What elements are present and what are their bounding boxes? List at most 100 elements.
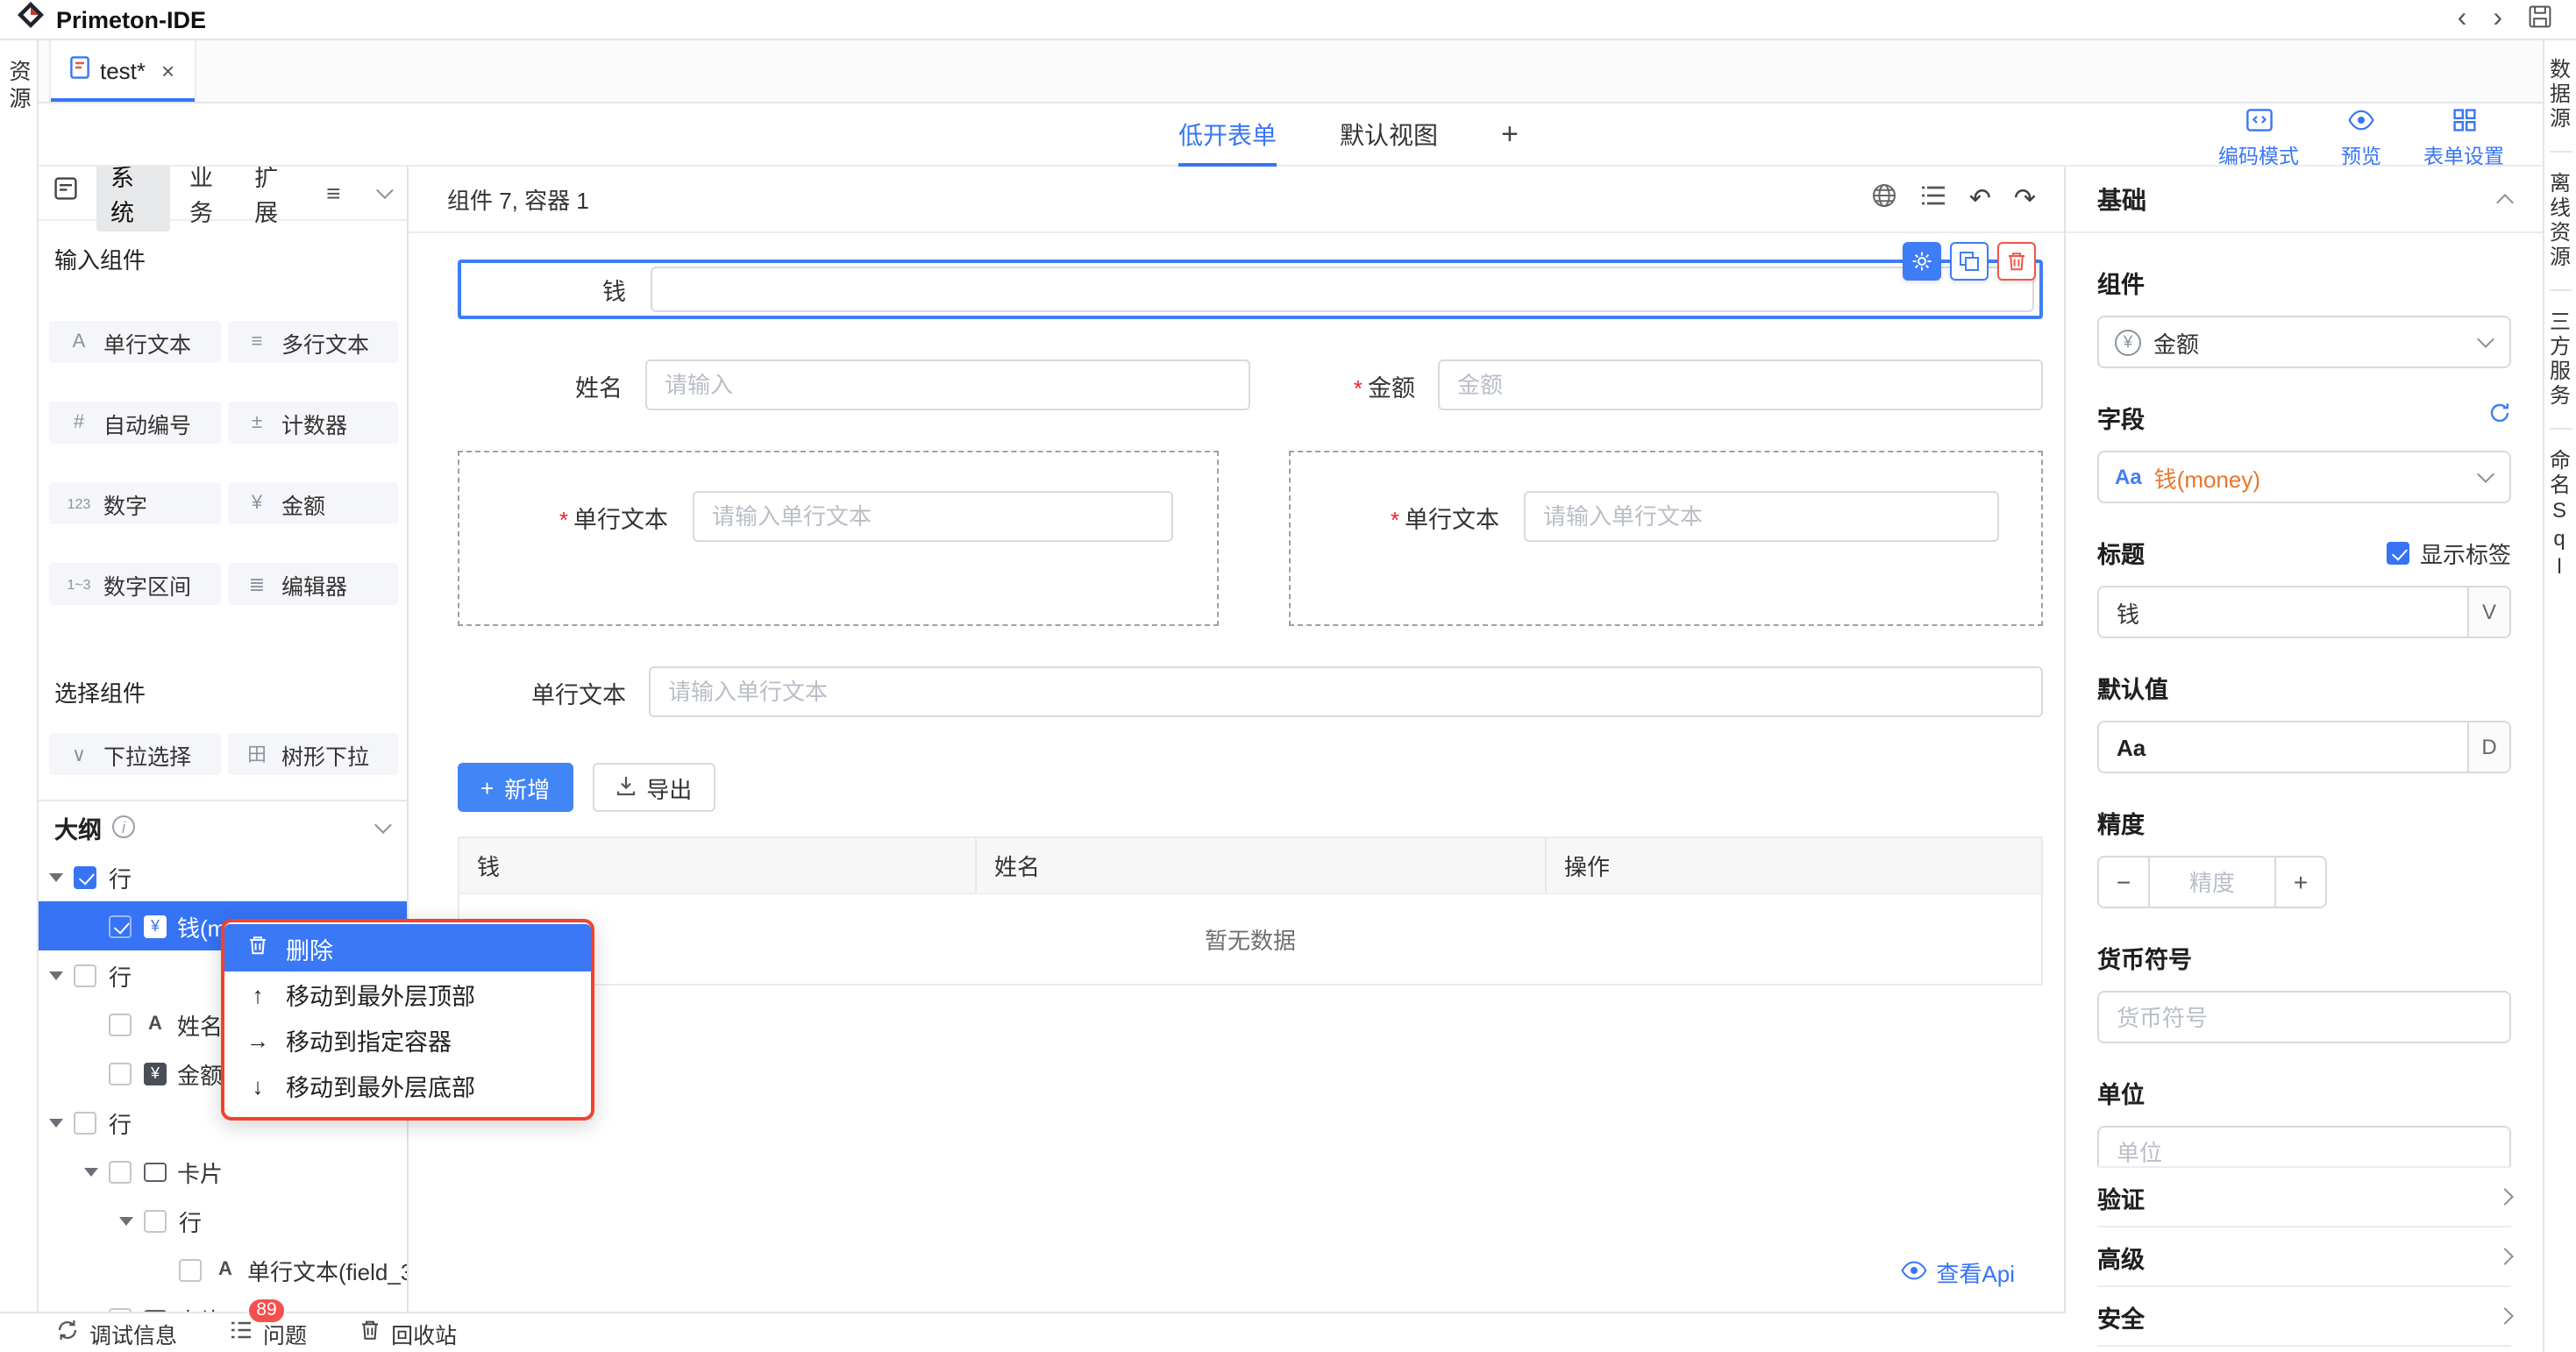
form-settings-button[interactable]: 表单设置 [2423, 109, 2504, 170]
menu-item-move-to-container[interactable]: → 移动到指定容器 [224, 1017, 591, 1063]
palette-item-number[interactable]: 123数字 [49, 482, 220, 524]
rail-item-third-party-services[interactable]: 三方服务 [2545, 310, 2575, 409]
rail-item-offline-resources[interactable]: 离线资源 [2545, 172, 2575, 270]
amount-field-input[interactable] [1438, 359, 2043, 410]
name-field-input[interactable] [645, 359, 1250, 410]
caret-icon[interactable] [84, 1167, 98, 1176]
decrement-button[interactable]: − [2097, 856, 2150, 908]
checkbox[interactable] [144, 1209, 167, 1232]
selected-money-component[interactable]: 钱 [458, 260, 2043, 319]
palette-item-number-range[interactable]: 1~3数字区间 [49, 563, 220, 605]
component-copy-button[interactable] [1950, 242, 1989, 281]
view-api-link[interactable]: 查看Api [1901, 1256, 2015, 1289]
caret-icon[interactable] [49, 872, 63, 881]
checkbox[interactable] [74, 964, 96, 986]
dashed-container-1[interactable]: *单行文本 [458, 451, 1219, 626]
outline-node-row-4[interactable]: 行 [39, 1196, 407, 1245]
checkbox[interactable] [109, 1062, 132, 1085]
palette-item-tree-select[interactable]: 田树形下拉 [227, 733, 398, 775]
palette-item-editor[interactable]: ≣编辑器 [227, 563, 398, 605]
refresh-icon[interactable] [2488, 402, 2511, 433]
default-variable-button[interactable]: D [2467, 722, 2509, 772]
field-select[interactable]: Aa 钱(money) [2097, 451, 2511, 503]
checkbox[interactable] [74, 1111, 96, 1134]
caret-icon[interactable] [49, 971, 63, 979]
checkbox[interactable] [2387, 541, 2409, 564]
forward-icon[interactable]: › [2493, 5, 2502, 33]
tab-lowcode-form[interactable]: 低开表单 [1178, 103, 1277, 167]
component-delete-button[interactable] [1997, 242, 2036, 281]
single-text-input-1[interactable] [693, 491, 1173, 542]
palette-item-auto-number[interactable]: #自动编号 [49, 402, 220, 444]
redo-icon[interactable]: ↷ [2014, 186, 2036, 212]
section-style[interactable]: 样式 [2097, 1345, 2511, 1352]
export-button[interactable]: 导出 [592, 763, 715, 812]
name-field[interactable]: 姓名 [458, 359, 1250, 410]
menu-item-move-bottom[interactable]: ↓ 移动到最外层底部 [224, 1063, 591, 1108]
dashed-container-2[interactable]: *单行文本 [1289, 451, 2043, 626]
palette-item-counter[interactable]: ±计数器 [227, 402, 398, 444]
collapse-up-icon[interactable] [2496, 194, 2514, 211]
debug-info-item[interactable]: 调试信息 [56, 1316, 177, 1349]
money-field-input[interactable] [651, 267, 2034, 312]
section-validation[interactable]: 验证 [2097, 1166, 2511, 1226]
save-icon[interactable] [2529, 4, 2551, 34]
outline-header[interactable]: 大纲 i [39, 800, 407, 852]
palette-item-single-line-text[interactable]: A单行文本 [49, 321, 220, 363]
doc-tab-test[interactable]: test* × [49, 40, 196, 102]
precision-input[interactable] [2150, 869, 2274, 895]
outline-node-single-text[interactable]: A单行文本(field_391 [39, 1245, 407, 1294]
recycle-bin-item[interactable]: 回收站 [359, 1316, 457, 1349]
back-icon[interactable]: ‹ [2458, 5, 2467, 33]
outline-node-card-1[interactable]: 卡片 [39, 1147, 407, 1196]
outline-node-card-2[interactable]: 卡片 [39, 1294, 407, 1312]
default-value-input[interactable] [2099, 722, 2467, 772]
menu-item-delete[interactable]: 删除 [224, 924, 591, 971]
checkbox[interactable] [74, 865, 96, 888]
checkbox[interactable] [109, 1013, 132, 1035]
single-text-input-2[interactable] [1524, 491, 1999, 542]
component-settings-button[interactable] [1903, 242, 1941, 281]
section-advanced[interactable]: 高级 [2097, 1226, 2511, 1285]
inspector-header[interactable]: 基础 [2066, 167, 2543, 233]
palette-collapse-icon[interactable] [376, 181, 393, 198]
palette-item-dropdown-select[interactable]: ∨下拉选择 [49, 733, 220, 775]
title-input[interactable] [2099, 587, 2467, 637]
single-text-field-row[interactable]: 单行文本 [458, 666, 2043, 717]
increment-button[interactable]: + [2274, 856, 2327, 908]
caret-icon[interactable] [49, 1118, 63, 1127]
code-mode-button[interactable]: 编码模式 [2218, 109, 2299, 170]
rail-item-named-sql[interactable]: 命名Sql [2545, 449, 2575, 582]
close-tab-icon[interactable]: × [161, 58, 174, 84]
component-select[interactable]: ¥ 金额 [2097, 316, 2511, 368]
outline-node-row-1[interactable]: 行 [39, 852, 407, 901]
undo-icon[interactable]: ↶ [1969, 186, 1991, 212]
palette-tab-business[interactable]: 业务 [189, 167, 235, 228]
palette-item-money[interactable]: ¥金额 [227, 482, 398, 524]
show-label-checkbox-row[interactable]: 显示标签 [2387, 536, 2511, 569]
checkbox[interactable] [109, 914, 132, 937]
outline-list-icon[interactable] [1920, 183, 1946, 215]
menu-item-move-top[interactable]: ↑ 移动到最外层顶部 [224, 971, 591, 1017]
title-variable-button[interactable]: V [2467, 587, 2509, 637]
globe-icon[interactable] [1871, 181, 1897, 217]
palette-tab-extension[interactable]: 扩展 [254, 167, 300, 228]
amount-field[interactable]: *金额 [1250, 359, 2043, 410]
palette-menu-icon[interactable]: ≡ [326, 179, 340, 207]
checkbox[interactable] [179, 1258, 202, 1281]
tab-default-view[interactable]: 默认视图 [1340, 103, 1438, 167]
single-text-field-input[interactable] [649, 666, 2043, 717]
section-security[interactable]: 安全 [2097, 1285, 2511, 1345]
outline-collapse-icon[interactable] [374, 815, 392, 833]
palette-tab-system[interactable]: 系统 [96, 167, 170, 231]
rail-item-datasource[interactable]: 数据源 [2545, 58, 2575, 132]
caret-icon[interactable] [119, 1216, 133, 1225]
resources-rail-item[interactable]: 资源 [2, 60, 35, 114]
palette-item-multi-line-text[interactable]: ≡多行文本 [227, 321, 398, 363]
problems-item[interactable]: 89 问题 [230, 1316, 307, 1349]
add-view-button[interactable]: + [1501, 117, 1519, 153]
currency-symbol-input[interactable] [2099, 993, 2509, 1042]
preview-button[interactable]: 预览 [2341, 109, 2381, 170]
checkbox[interactable] [109, 1160, 132, 1183]
add-button[interactable]: +新增 [458, 763, 573, 812]
